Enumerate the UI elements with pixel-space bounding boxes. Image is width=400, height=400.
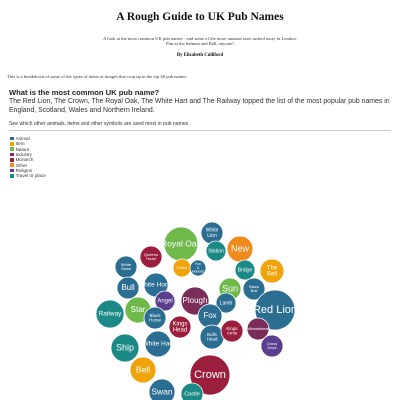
pub-name-bubble[interactable]: WhiteSwan bbox=[114, 255, 138, 279]
bubble-label: White Hart bbox=[143, 341, 174, 348]
pub-name-bubble[interactable]: QueensHead bbox=[139, 245, 163, 269]
bubble-chart: Royal OakWhiteLion New QueensHead Station Wh… bbox=[95, 221, 297, 400]
pub-name-bubble[interactable]: WhiteLion bbox=[200, 221, 224, 245]
bubble-label: Sun bbox=[222, 283, 238, 293]
bubble-label: New bbox=[231, 243, 250, 253]
bubble-label: Arms bbox=[227, 331, 238, 336]
pub-name-bubble[interactable]: Globe bbox=[172, 258, 192, 278]
bubble-label: Angel bbox=[157, 299, 172, 305]
bubble-label: Swan bbox=[121, 266, 131, 271]
pub-name-bubble[interactable]: BlackHorse bbox=[143, 306, 167, 330]
bubble-label: Star bbox=[131, 305, 146, 314]
bubble-label: Head bbox=[173, 328, 187, 334]
bubble-label: Wheatsheaf bbox=[247, 326, 269, 331]
bubble-label: Head bbox=[207, 337, 218, 342]
pub-name-bubble[interactable]: Fox&Hounds bbox=[189, 259, 207, 277]
bubble-label: Castle bbox=[184, 391, 200, 397]
bubble-label: The bbox=[267, 265, 278, 271]
bubble-label: Lamb bbox=[220, 300, 233, 306]
bubble-label: Station bbox=[208, 248, 224, 254]
pub-name-bubble[interactable]: CrossKeys bbox=[260, 334, 284, 358]
bubble-label: Globe bbox=[177, 265, 188, 270]
pub-name-bubble[interactable]: Bull bbox=[116, 276, 140, 300]
bubble-label: Bell bbox=[136, 364, 150, 374]
bubble-label: Bridge bbox=[238, 267, 253, 273]
pub-name-bubble[interactable]: Ship bbox=[110, 333, 140, 363]
bubble-label: Red Lion bbox=[253, 304, 297, 316]
bubble-label: Bull bbox=[251, 288, 258, 293]
bubble-label: Royal Oak bbox=[161, 238, 201, 248]
bubble-label: Lion bbox=[207, 233, 217, 239]
bubble-label: Railway bbox=[99, 311, 123, 318]
bubble-label: Bell bbox=[267, 272, 277, 278]
bubble-label: White Horse bbox=[138, 282, 174, 289]
bubble-label: Hounds bbox=[192, 270, 204, 274]
bubble-label: Fox bbox=[203, 311, 216, 320]
pub-name-bubble[interactable]: New bbox=[226, 235, 254, 263]
pub-name-bubble[interactable]: Station bbox=[205, 240, 227, 262]
pub-name-bubble[interactable]: White Hart bbox=[143, 330, 174, 358]
bubble-label: Horse bbox=[149, 318, 162, 323]
pub-name-bubble[interactable]: TheBell bbox=[259, 258, 285, 284]
pub-name-bubble[interactable]: Swan bbox=[148, 378, 176, 400]
bubble-label: Head bbox=[146, 256, 156, 261]
pub-name-bubble[interactable]: Fox bbox=[197, 303, 223, 329]
bubble-label: Kings bbox=[172, 321, 187, 327]
bubble-label: Bull bbox=[121, 283, 135, 292]
pub-name-bubble[interactable]: KingsArms bbox=[220, 319, 244, 343]
pub-name-bubble[interactable]: BullsHead bbox=[199, 324, 225, 350]
pub-name-bubble[interactable]: Bridge bbox=[234, 259, 256, 281]
bubble-label: Ship bbox=[116, 342, 134, 352]
bubble-label: Swan bbox=[151, 386, 173, 396]
bubble-label: Keys bbox=[268, 345, 277, 350]
pub-name-bubble[interactable]: Bell bbox=[129, 356, 157, 384]
bubble-label: Plough bbox=[183, 296, 208, 305]
bubble-label: Crown bbox=[194, 369, 226, 381]
pub-name-bubble[interactable]: Railway bbox=[95, 299, 125, 329]
pub-name-bubble[interactable]: KingsHead bbox=[168, 315, 192, 339]
pub-name-bubble[interactable]: Royal Oak bbox=[161, 226, 202, 262]
